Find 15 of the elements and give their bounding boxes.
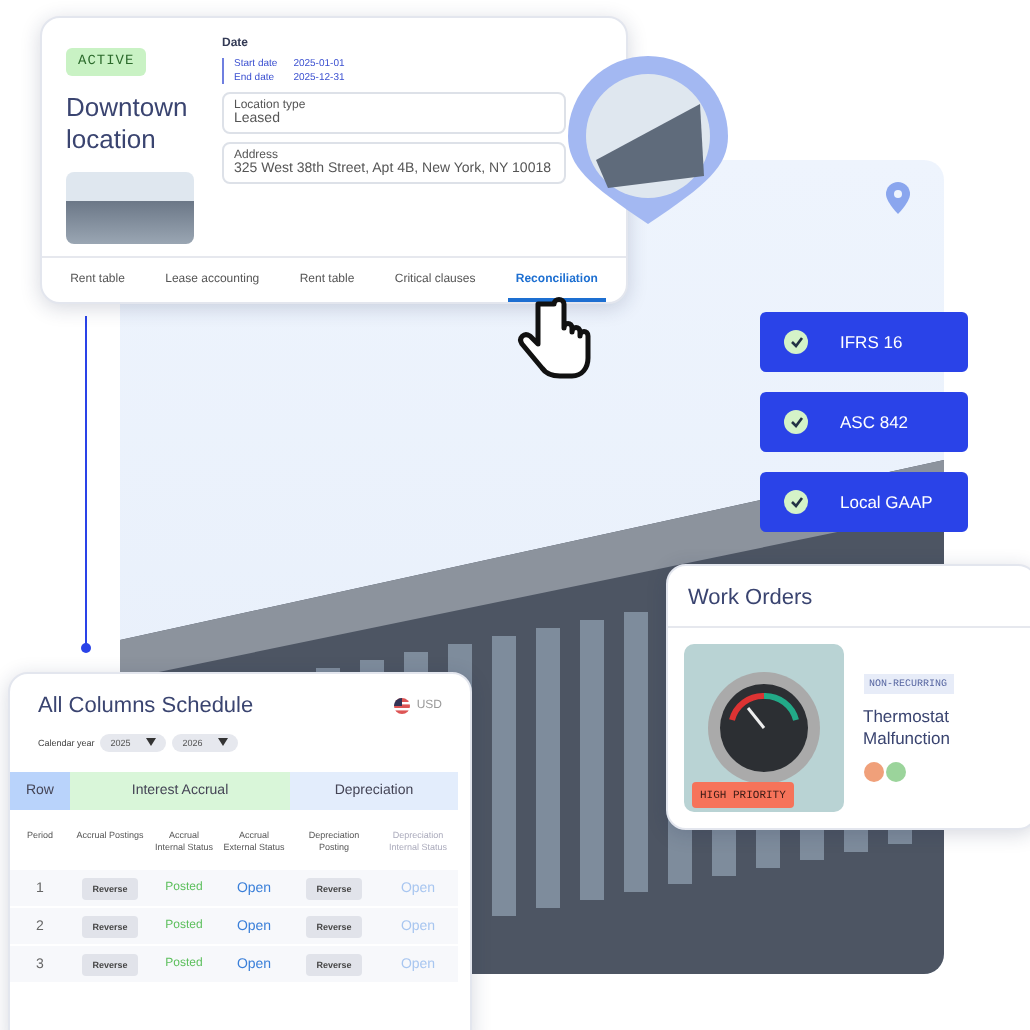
card-title: Work Orders [668,566,1030,628]
standard-button[interactable]: Local GAAP [760,472,968,532]
map-pin-icon [886,182,910,214]
flag-icon [394,698,411,714]
work-order-title: Thermostat Malfunction [863,706,952,750]
card-title: All Columns Schedule [38,694,254,718]
caret-icon [146,738,157,746]
avatar [885,762,906,782]
caret-icon [218,738,229,746]
photo-placeholder [66,172,194,244]
avatar [863,762,884,782]
location-name: Downtown location [66,92,190,156]
gauge-dial-icon [703,668,824,788]
standard-button[interactable]: IFRS 16 [760,312,968,372]
standard-button[interactable]: ASC 842 [760,392,968,452]
